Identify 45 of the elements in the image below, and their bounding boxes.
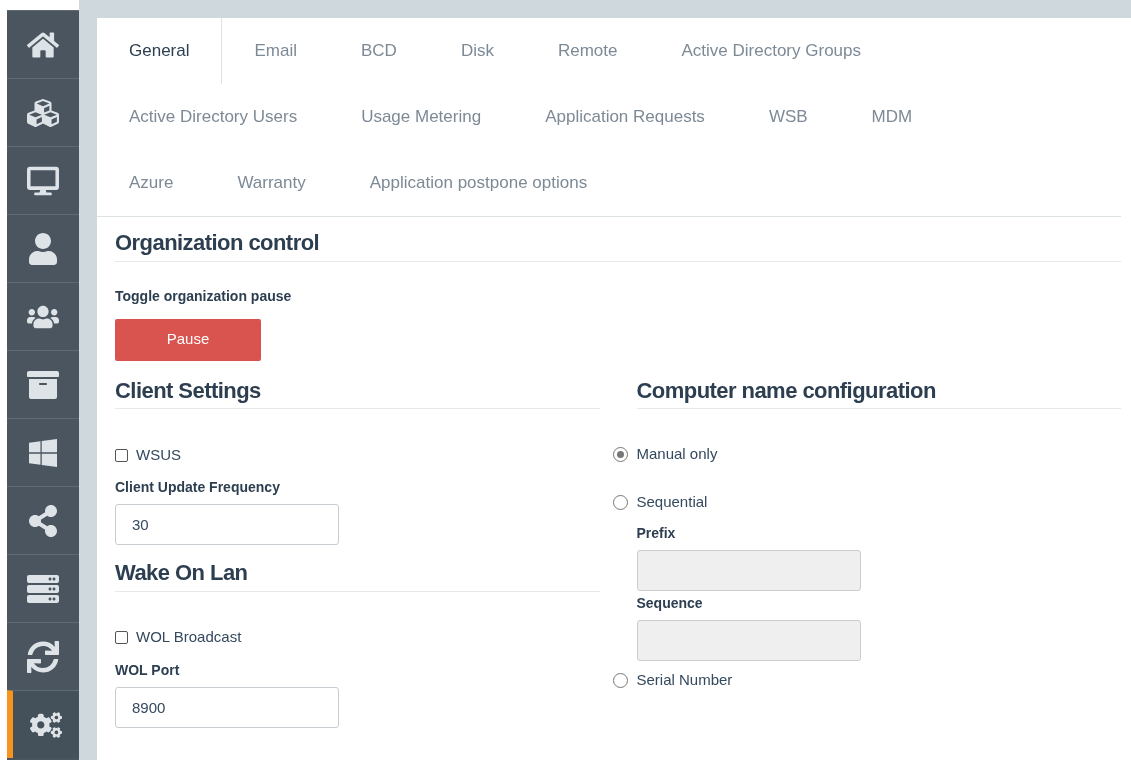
tab[interactable]: Application Requests [513, 84, 737, 150]
pause-button[interactable]: Pause [115, 318, 261, 361]
tab[interactable]: Active Directory Groups [649, 18, 893, 84]
tab[interactable]: Usage Metering [329, 84, 514, 150]
radio-label: Manual only [636, 443, 718, 464]
radio-button[interactable] [612, 446, 628, 462]
tab[interactable]: BCD [329, 18, 429, 84]
field-label: Sequence [636, 594, 704, 613]
tab[interactable]: WSB [736, 84, 840, 150]
tab[interactable]: Remote [525, 18, 650, 84]
section-heading: Client Settings [115, 376, 262, 404]
tab[interactable]: General [97, 18, 223, 84]
section-heading: Organization control [115, 229, 321, 257]
user-icon [27, 232, 59, 265]
tab[interactable]: Warranty [205, 150, 338, 216]
monitor-icon [27, 164, 59, 197]
radio-label: Sequential [636, 491, 708, 512]
radio-button[interactable] [612, 672, 628, 688]
tab[interactable]: MDM [839, 84, 945, 150]
tab[interactable]: Disk [428, 18, 526, 84]
field-label: Prefix [636, 524, 677, 543]
radio-label: Serial Number [636, 669, 733, 690]
input-field[interactable]: 30 [115, 504, 339, 545]
tab[interactable]: Application postpone options [337, 150, 620, 216]
server-icon [27, 572, 59, 605]
radio-button[interactable] [612, 494, 628, 510]
checkbox[interactable] [115, 631, 128, 644]
refresh-icon [27, 640, 59, 673]
windows-icon [27, 436, 59, 469]
section-heading: Computer name configuration [636, 376, 937, 404]
tab[interactable]: Azure [97, 150, 206, 216]
checkbox-label: WOL Broadcast [136, 627, 242, 648]
archive-icon [27, 368, 59, 401]
cubes-icon [27, 96, 59, 129]
field-label: Toggle organization pause [115, 286, 293, 306]
sidebar-item[interactable] [7, 690, 79, 758]
share-icon [27, 504, 59, 537]
tab[interactable]: Active Directory Users [97, 84, 330, 150]
checkbox-label: WSUS [136, 444, 181, 465]
tab[interactable]: Email [222, 18, 329, 84]
field-label: Client Update Frequency [115, 478, 281, 497]
section-heading: Wake On Lan [115, 559, 249, 587]
input-field[interactable]: 8900 [115, 686, 339, 728]
checkbox[interactable] [115, 448, 128, 462]
field-label: WOL Port [115, 660, 181, 680]
